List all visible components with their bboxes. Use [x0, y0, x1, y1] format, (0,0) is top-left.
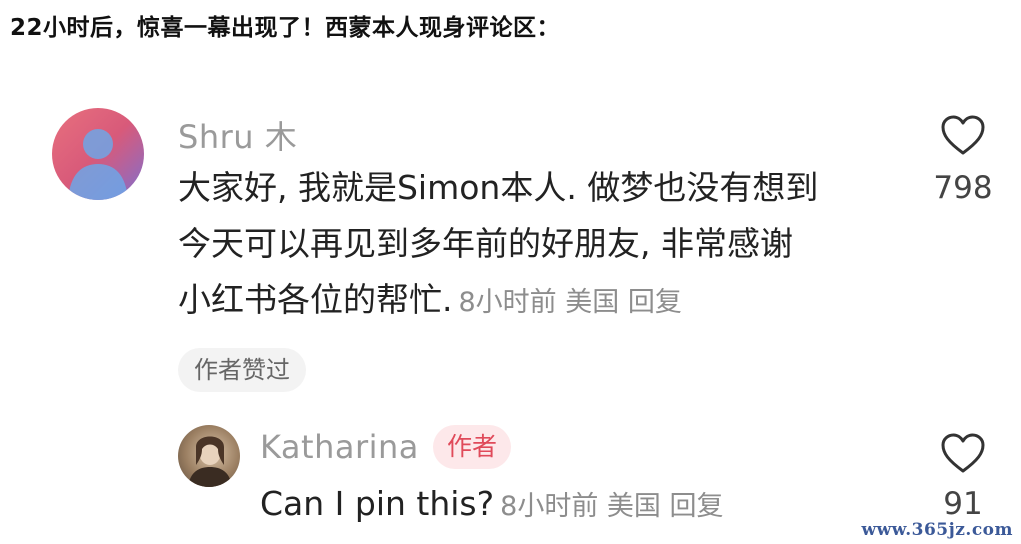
reply-avatar[interactable]	[178, 425, 240, 487]
commenter-username[interactable]: Shru 木	[178, 112, 297, 158]
comment-line-1: 大家好, 我就是Simon本人. 做梦也没有想到	[178, 168, 819, 207]
person-silhouette-icon	[68, 129, 128, 200]
author-liked-chip: 作者赞过	[178, 348, 306, 392]
site-watermark: www.365jz.com	[861, 520, 1013, 540]
author-badge: 作者	[433, 425, 512, 469]
user-photo-icon	[188, 436, 232, 487]
reply-username[interactable]: Katharina	[260, 428, 419, 466]
reply-like-count: 91	[943, 486, 983, 522]
comment-like-count: 798	[933, 170, 993, 206]
comment-line-3: 小红书各位的帮忙. 8小时前 美国 回复	[178, 272, 818, 331]
comment-meta[interactable]: 8小时前 美国 回复	[459, 287, 682, 318]
comment-line-3-text: 小红书各位的帮忙.	[178, 280, 453, 319]
reply-text: Can I pin this?	[260, 484, 495, 523]
comment-body: 大家好, 我就是Simon本人. 做梦也没有想到 今天可以再见到多年前的好朋友,…	[178, 160, 818, 331]
article-headline: 22小时后，惊喜一幕出现了！西蒙本人现身评论区：	[10, 15, 561, 41]
reply-body: Can I pin this? 8小时前 美国 回复	[260, 476, 724, 535]
heart-outline-icon[interactable]	[940, 432, 986, 474]
commenter-avatar[interactable]	[52, 108, 144, 200]
comment-line-2: 今天可以再见到多年前的好朋友, 非常感谢	[178, 224, 793, 263]
heart-outline-icon[interactable]	[940, 114, 986, 156]
reply-meta[interactable]: 8小时前 美国 回复	[500, 491, 723, 522]
